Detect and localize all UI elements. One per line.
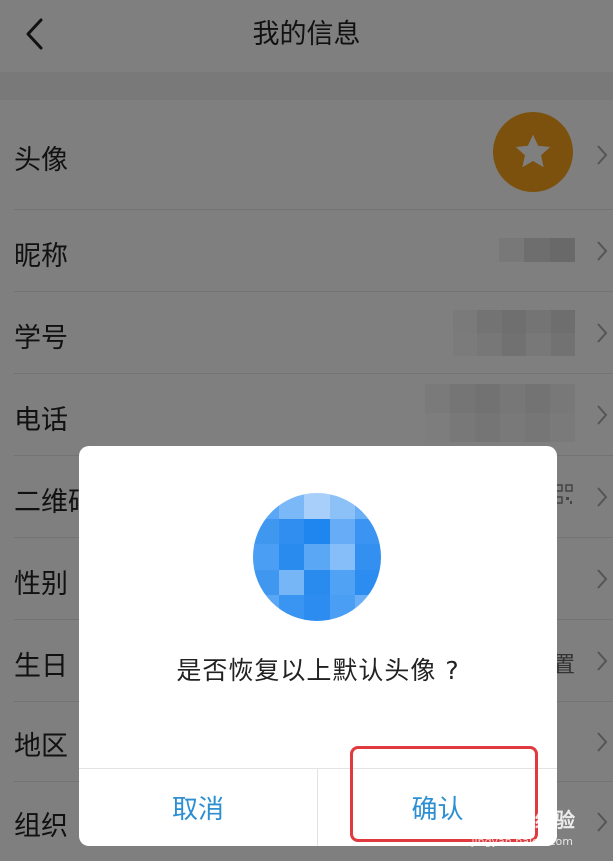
watermark: Baidu经验 — [470, 808, 575, 832]
dialog-message: 是否恢复以上默认头像 ? — [176, 656, 460, 685]
cancel-button[interactable]: 取消 — [79, 769, 317, 846]
watermark-url: jingyan.baidu.com — [471, 835, 573, 848]
default-avatar-preview — [253, 493, 381, 621]
